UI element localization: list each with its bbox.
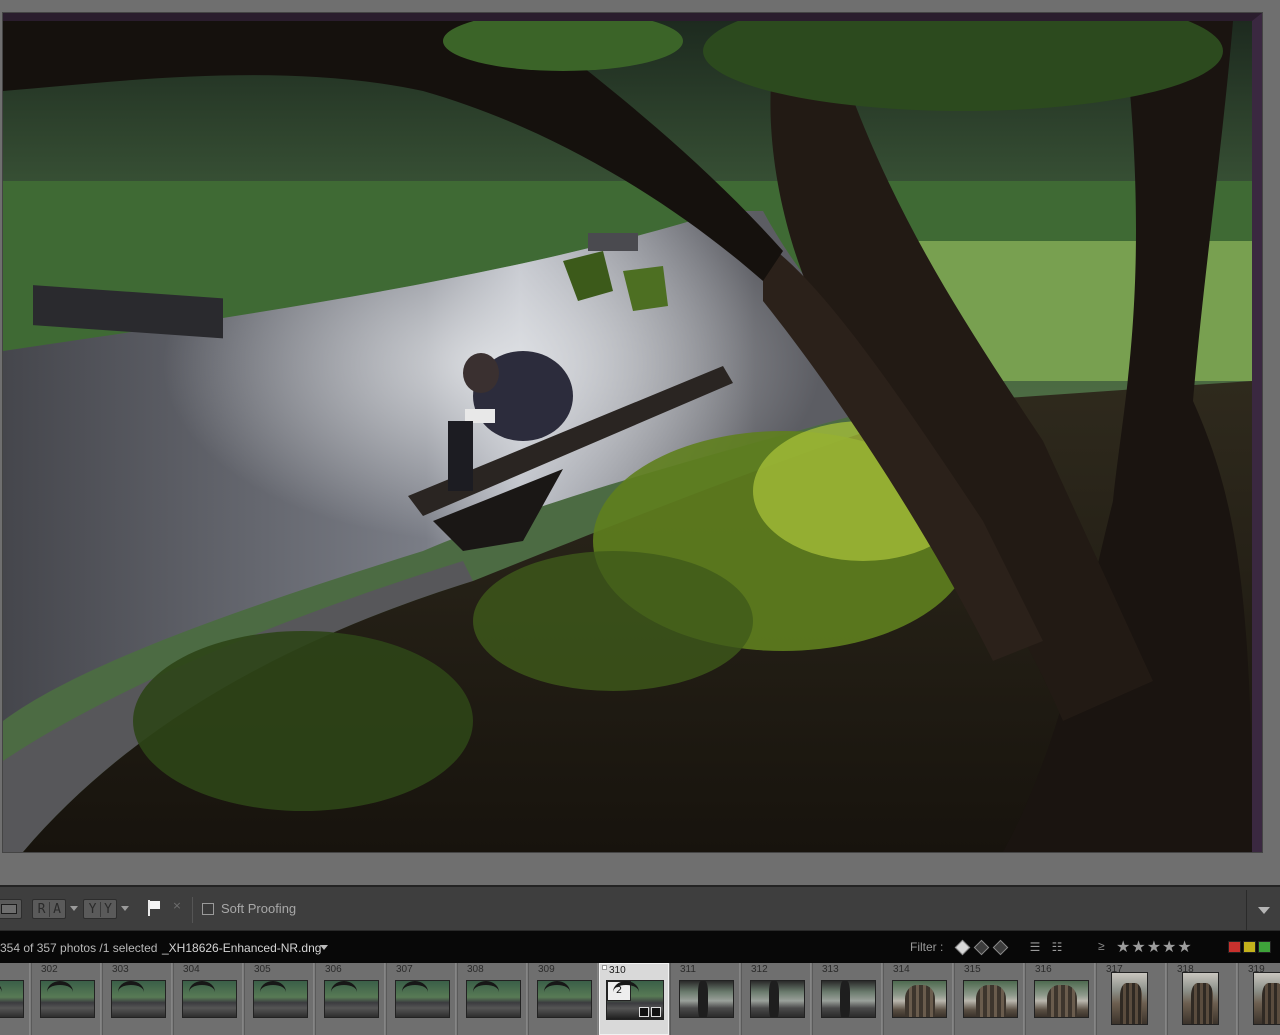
- compare-view-button[interactable]: RA: [32, 899, 66, 919]
- flag-filter-reject-icon[interactable]: [992, 939, 1009, 955]
- filmstrip-cell[interactable]: 316: [1025, 963, 1095, 1035]
- color-label-filter: [1228, 941, 1271, 953]
- before-after-dropdown-icon[interactable]: [121, 906, 129, 911]
- filmstrip-cell-number: 308: [467, 964, 484, 975]
- filmstrip-header: 354 of 357 photos /1 selected _XH18626-E…: [0, 931, 1280, 963]
- filmstrip-cell[interactable]: 314: [883, 963, 953, 1035]
- filmstrip-cell[interactable]: 310 2: [599, 963, 669, 1035]
- filmstrip-cell[interactable]: [0, 963, 30, 1035]
- master-photo-filter-icon[interactable]: ☷: [1048, 940, 1066, 954]
- filmstrip-cell[interactable]: 312: [741, 963, 811, 1035]
- filmstrip-cell-number: 304: [183, 964, 200, 975]
- filmstrip-thumbnail[interactable]: [253, 980, 308, 1018]
- filmstrip-cell-number: 312: [751, 964, 768, 975]
- thumbnail-badges: [639, 1007, 661, 1017]
- before-after-y2-glyph: Y: [100, 901, 115, 917]
- filmstrip-cell-number: 315: [964, 964, 981, 975]
- source-dropdown-icon[interactable]: [320, 945, 328, 950]
- filmstrip[interactable]: 302 303 304 305 306 307 308 309 310 2 311 312 313 314…: [0, 963, 1280, 1035]
- toolbar-content-menu[interactable]: [1246, 890, 1280, 930]
- filmstrip-cell-number: 306: [325, 964, 342, 975]
- filter-flag-icons: ☰ ☷: [954, 937, 1066, 957]
- virtual-copy-filter-icon[interactable]: ☰: [1026, 940, 1044, 954]
- filmstrip-cell-number: 309: [538, 964, 555, 975]
- filmstrip-thumbnail[interactable]: [0, 980, 24, 1018]
- compare-view-dropdown-icon[interactable]: [70, 906, 78, 911]
- loupe-view-button[interactable]: [0, 899, 22, 919]
- filmstrip-thumbnail[interactable]: [750, 980, 805, 1018]
- filmstrip-cell-number: 307: [396, 964, 413, 975]
- filmstrip-cell-number: 310: [609, 965, 626, 976]
- filmstrip-thumbnail[interactable]: 2: [606, 980, 664, 1020]
- filmstrip-cell[interactable]: 304: [173, 963, 243, 1035]
- filmstrip-cell[interactable]: 315: [954, 963, 1024, 1035]
- pick-flag-icon[interactable]: [146, 899, 162, 917]
- color-label-yellow[interactable]: [1243, 941, 1256, 953]
- filmstrip-cell[interactable]: 302: [31, 963, 101, 1035]
- filter-label: Filter :: [910, 940, 944, 954]
- stack-count-badge[interactable]: 2: [607, 981, 631, 1001]
- filmstrip-thumbnail[interactable]: [892, 980, 947, 1018]
- photo-count: 354 of 357 photos /1 selected: [0, 941, 158, 955]
- filmstrip-thumbnail[interactable]: [963, 980, 1018, 1018]
- flag-filter-pick-icon[interactable]: [954, 939, 971, 955]
- filmstrip-thumbnail[interactable]: [679, 980, 734, 1018]
- filmstrip-thumbnail[interactable]: [1253, 972, 1280, 1025]
- filmstrip-thumbnail[interactable]: [324, 980, 379, 1018]
- filename-source[interactable]: _XH18626-Enhanced-NR.dng: [162, 941, 321, 955]
- before-after-view-button[interactable]: YY: [83, 899, 117, 919]
- filmstrip-cell-number: 316: [1035, 964, 1052, 975]
- filmstrip-thumbnail[interactable]: [1182, 972, 1219, 1025]
- filmstrip-cell[interactable]: 306: [315, 963, 385, 1035]
- filmstrip-cell[interactable]: 313: [812, 963, 882, 1035]
- filmstrip-thumbnail[interactable]: [537, 980, 592, 1018]
- selection-marker: [602, 965, 607, 970]
- loupe-view-icon: [1, 904, 17, 914]
- metadata-badge-icon[interactable]: [639, 1007, 649, 1017]
- rating-operator[interactable]: ≥: [1098, 939, 1105, 953]
- color-label-red[interactable]: [1228, 941, 1241, 953]
- filmstrip-thumbnail[interactable]: [1111, 972, 1148, 1025]
- develop-badge-icon[interactable]: [651, 1007, 661, 1017]
- filmstrip-thumbnail[interactable]: [40, 980, 95, 1018]
- loupe-view-area: [0, 0, 1280, 885]
- lightroom-window: RA YY × Soft Proofing 354 of 357 photos …: [0, 0, 1280, 1035]
- filmstrip-cell-number: 303: [112, 964, 129, 975]
- filmstrip-thumbnail[interactable]: [111, 980, 166, 1018]
- main-photo[interactable]: [3, 13, 1262, 852]
- soft-proofing-label[interactable]: Soft Proofing: [221, 901, 296, 916]
- filmstrip-thumbnail[interactable]: [1034, 980, 1089, 1018]
- before-after-y1-glyph: Y: [88, 901, 97, 917]
- soft-proofing-checkbox[interactable]: [202, 903, 214, 915]
- filmstrip-cell[interactable]: 303: [102, 963, 172, 1035]
- filmstrip-cell-number: 302: [41, 964, 58, 975]
- filmstrip-thumbnail[interactable]: [395, 980, 450, 1018]
- filmstrip-cell[interactable]: 318: [1167, 963, 1237, 1035]
- filmstrip-cell[interactable]: 309: [528, 963, 598, 1035]
- filmstrip-cell-number: 314: [893, 964, 910, 975]
- reject-flag-icon[interactable]: ×: [170, 899, 184, 915]
- color-label-green[interactable]: [1258, 941, 1271, 953]
- filmstrip-cell-number: 311: [680, 964, 696, 975]
- chevron-down-icon: [1258, 907, 1270, 914]
- filmstrip-thumbnail[interactable]: [182, 980, 237, 1018]
- filmstrip-cell[interactable]: 317: [1096, 963, 1166, 1035]
- toolbar-divider: [192, 897, 193, 923]
- park-photo: [3, 21, 1252, 852]
- compare-view-a-glyph: A: [49, 901, 64, 917]
- compare-view-r-glyph: R: [37, 901, 46, 917]
- toolbar: RA YY × Soft Proofing: [0, 885, 1280, 931]
- filmstrip-cell[interactable]: 307: [386, 963, 456, 1035]
- filmstrip-thumbnail[interactable]: [821, 980, 876, 1018]
- filmstrip-cell-number: 305: [254, 964, 271, 975]
- flag-filter-unflagged-icon[interactable]: [973, 939, 990, 955]
- filmstrip-cell[interactable]: 319: [1238, 963, 1280, 1035]
- filmstrip-cell[interactable]: 305: [244, 963, 314, 1035]
- filmstrip-cell[interactable]: 311: [670, 963, 740, 1035]
- filmstrip-cell-number: 313: [822, 964, 839, 975]
- filmstrip-thumbnail[interactable]: [466, 980, 521, 1018]
- filmstrip-cell[interactable]: 308: [457, 963, 527, 1035]
- rating-filter-stars[interactable]: ★★★★★: [1116, 937, 1193, 957]
